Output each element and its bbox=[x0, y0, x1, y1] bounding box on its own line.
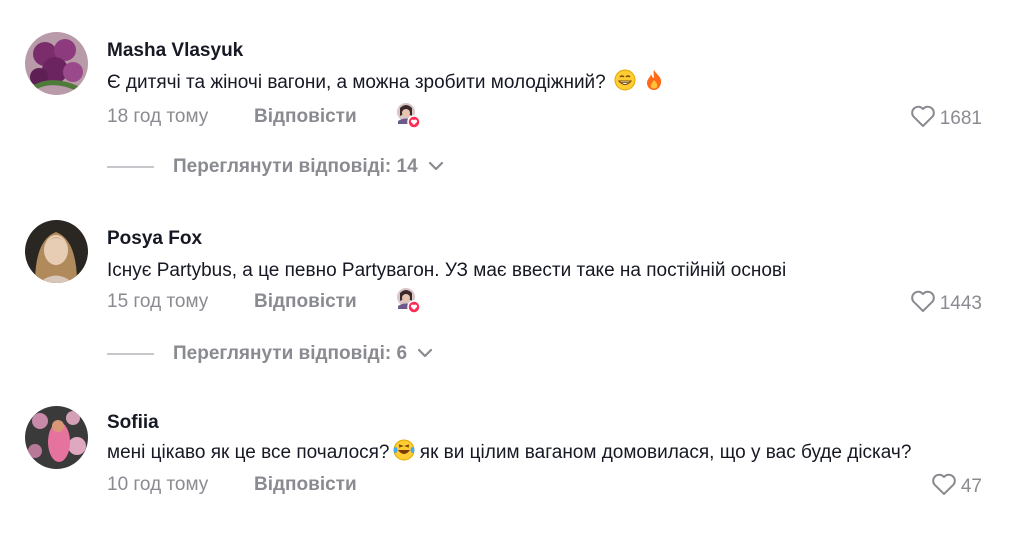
heart-icon bbox=[910, 289, 936, 318]
like-count: 47 bbox=[960, 475, 982, 497]
comment-text: мені цікаво як це все почалося? як ви ці… bbox=[107, 438, 990, 470]
fire-icon bbox=[644, 69, 664, 100]
comment-text: Існує Partybus, а це певно Partyвагон. У… bbox=[107, 260, 787, 281]
like-count: 1443 bbox=[939, 292, 982, 314]
divider bbox=[107, 166, 154, 168]
view-replies-button[interactable]: Переглянути відповіді: 14 bbox=[107, 156, 444, 178]
view-replies-button[interactable]: Переглянути відповіді: 6 bbox=[107, 343, 433, 365]
comment-author[interactable]: Posya Fox bbox=[107, 227, 990, 251]
like-button[interactable]: 1443 bbox=[910, 289, 982, 318]
comment-meta: 18 год тому Відповісти 1681 bbox=[107, 102, 990, 134]
reply-button[interactable]: Відповісти bbox=[254, 291, 357, 313]
comment-time: 15 год тому bbox=[107, 291, 209, 312]
view-replies-label: Переглянути відповіді: 14 bbox=[173, 156, 418, 177]
comment-meta: 15 год тому Відповісти 1443 bbox=[107, 287, 990, 319]
creator-liked-badge bbox=[394, 287, 422, 315]
avatar[interactable] bbox=[25, 220, 88, 283]
comment-author[interactable]: Sofiia bbox=[107, 411, 990, 435]
chevron-down-icon bbox=[417, 345, 433, 363]
comment-author[interactable]: Masha Vlasyuk bbox=[107, 39, 990, 63]
divider bbox=[107, 353, 154, 355]
comment-text-content: Є дитячі та жіночі вагони, а можна зроби… bbox=[107, 72, 606, 93]
reply-button[interactable]: Відповісти bbox=[254, 474, 357, 496]
reply-button[interactable]: Відповісти bbox=[254, 106, 357, 128]
like-count: 1681 bbox=[939, 107, 982, 129]
avatar[interactable] bbox=[25, 406, 88, 469]
creator-liked-badge bbox=[394, 102, 422, 130]
comment-text-part1: мені цікаво як це все почалося? bbox=[107, 442, 390, 463]
like-button[interactable]: 1681 bbox=[910, 104, 982, 133]
avatar[interactable] bbox=[25, 32, 88, 95]
comment-time: 18 год тому bbox=[107, 106, 209, 127]
view-replies-label: Переглянути відповіді: 6 bbox=[173, 343, 408, 364]
grinning-face-icon bbox=[614, 69, 636, 100]
comment-text-part2: як ви цілим ваганом домовилася, що у вас… bbox=[414, 442, 912, 463]
like-button[interactable]: 47 bbox=[931, 472, 982, 501]
heart-icon bbox=[931, 472, 957, 501]
laughing-tears-icon bbox=[393, 439, 415, 470]
chevron-down-icon bbox=[428, 158, 444, 176]
comment-meta: 10 год тому Відповісти 47 bbox=[107, 472, 990, 502]
heart-icon bbox=[910, 104, 936, 133]
comment-time: 10 год тому bbox=[107, 474, 209, 495]
comment-list: Masha Vlasyuk Є дитячі та жіночі вагони,… bbox=[0, 0, 1010, 555]
comment-text: Є дитячі та жіночі вагони, а можна зроби… bbox=[107, 68, 990, 100]
